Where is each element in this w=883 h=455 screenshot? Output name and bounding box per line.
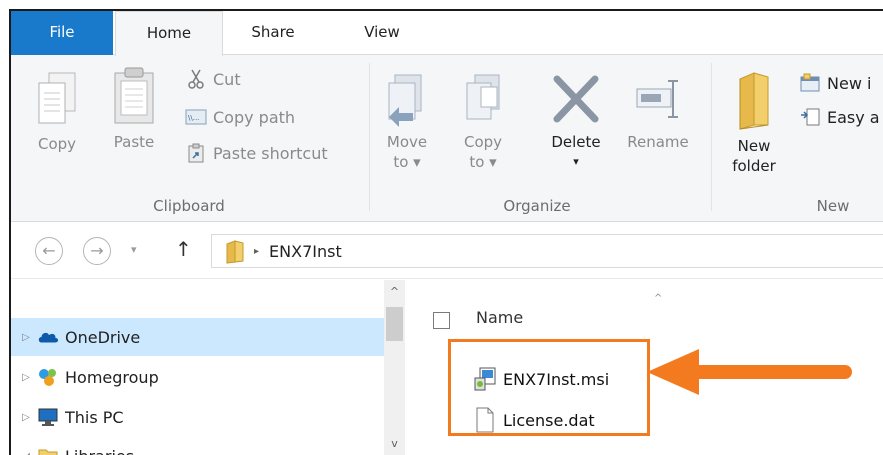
- copy-icon: [38, 72, 76, 124]
- expand-arrow-icon[interactable]: ▷: [15, 412, 37, 423]
- copy-path-label: Copy path: [213, 107, 296, 127]
- delete-dropdown-arrow[interactable]: ▾: [541, 152, 611, 172]
- scroll-up-arrow[interactable]: ^: [384, 282, 405, 302]
- copy-button[interactable]: Copy: [29, 71, 85, 154]
- new-item-button[interactable]: New i: [799, 71, 871, 95]
- delete-button[interactable]: Delete ▾: [541, 71, 611, 172]
- new-item-icon: [799, 73, 821, 93]
- scroll-down-arrow[interactable]: v: [384, 434, 405, 454]
- breadcrumb-separator[interactable]: ▸: [254, 246, 259, 257]
- tab-view[interactable]: View: [347, 11, 417, 55]
- column-header-name[interactable]: Name: [476, 308, 523, 327]
- nav-label: OneDrive: [65, 327, 141, 347]
- breadcrumb-folder[interactable]: ENX7Inst: [269, 242, 342, 261]
- forward-button[interactable]: →: [83, 237, 111, 265]
- tab-home[interactable]: Home: [115, 11, 223, 56]
- expand-arrow-icon[interactable]: ▷: [15, 332, 37, 343]
- copy-path-button[interactable]: \\... Copy path: [185, 105, 295, 129]
- delete-label: Delete: [551, 133, 601, 151]
- move-to-button[interactable]: Move to ▾: [381, 71, 433, 172]
- up-button[interactable]: ↑: [175, 237, 192, 261]
- computer-monitor-icon: [37, 407, 59, 427]
- nav-item-libraries[interactable]: ◢ Libraries: [11, 437, 391, 455]
- copy-to-label-2: to ▾: [469, 153, 497, 171]
- delete-x-icon: [553, 75, 599, 123]
- back-button[interactable]: ←: [35, 237, 63, 265]
- annotation-highlight-box: [448, 339, 650, 436]
- paste-label: Paste: [113, 133, 155, 151]
- nav-scrollbar[interactable]: ^ v: [384, 280, 405, 455]
- nav-item-onedrive[interactable]: ▷ OneDrive: [11, 318, 391, 356]
- ribbon-tab-strip: File Home Share View: [11, 11, 883, 56]
- ribbon-home: Copy Paste Cut \\... Copy path Paste sho…: [11, 55, 883, 222]
- copy-path-icon: \\...: [185, 107, 207, 127]
- group-divider: [711, 63, 712, 211]
- homegroup-icon: [37, 367, 59, 387]
- copy-to-button[interactable]: Copy to ▾: [457, 71, 509, 172]
- collapse-arrow-icon[interactable]: ◢: [15, 451, 37, 455]
- rename-icon: [636, 80, 678, 118]
- clipboard-group-label: Clipboard: [153, 197, 225, 215]
- address-field[interactable]: ▸ ENX7Inst: [211, 234, 883, 268]
- copy-to-label-1: Copy: [463, 133, 503, 151]
- move-to-label-2: to ▾: [393, 153, 421, 171]
- easy-access-button[interactable]: Easy a: [799, 105, 880, 129]
- nav-label: Libraries: [65, 447, 134, 455]
- rename-label: Rename: [627, 133, 689, 151]
- nav-item-this-pc[interactable]: ▷ This PC: [11, 398, 391, 436]
- scissors-icon: [185, 69, 207, 89]
- recent-locations-dropdown[interactable]: ▾: [131, 243, 137, 256]
- new-folder-label-1: New: [737, 137, 771, 155]
- organize-group-label: Organize: [503, 197, 571, 215]
- navigation-pane: ▷ OneDrive ▷ Homegroup ▷ This PC ^ v: [11, 280, 409, 455]
- new-group-label: New: [816, 197, 850, 215]
- copy-to-icon: [466, 74, 500, 120]
- move-to-icon: [388, 74, 422, 127]
- paste-shortcut-button[interactable]: Paste shortcut: [185, 141, 328, 165]
- select-all-checkbox[interactable]: [433, 312, 450, 329]
- tab-share[interactable]: Share: [233, 11, 313, 55]
- easy-access-label: Easy a: [827, 107, 880, 127]
- address-bar: ← → ▾ ↑ ▸ ENX7Inst: [11, 223, 883, 279]
- paste-shortcut-label: Paste shortcut: [213, 143, 328, 163]
- libraries-icon: [37, 446, 59, 455]
- cut-button[interactable]: Cut: [185, 67, 241, 91]
- folder-icon: [224, 240, 246, 264]
- move-to-label-1: Move: [386, 133, 428, 151]
- new-item-label: New i: [827, 73, 872, 93]
- nav-item-homegroup[interactable]: ▷ Homegroup: [11, 358, 391, 396]
- sort-ascending-icon: ^: [654, 293, 663, 304]
- tab-file[interactable]: File: [11, 11, 113, 55]
- onedrive-cloud-icon: [37, 327, 59, 347]
- nav-label: Homegroup: [65, 367, 159, 387]
- expand-arrow-icon[interactable]: ▷: [15, 372, 37, 383]
- svg-text:\\...: \\...: [188, 114, 199, 122]
- annotation-arrow-icon: [647, 349, 852, 395]
- new-folder-label-2: folder: [732, 157, 776, 175]
- rename-button[interactable]: Rename: [615, 71, 701, 152]
- cut-label: Cut: [213, 69, 241, 89]
- paste-shortcut-icon: [185, 143, 207, 163]
- easy-access-icon: [799, 107, 821, 127]
- scroll-thumb[interactable]: [386, 307, 403, 341]
- copy-label: Copy: [37, 135, 77, 153]
- clipboard-icon: [114, 67, 154, 124]
- folder-icon: [739, 72, 769, 130]
- group-divider: [369, 63, 370, 211]
- new-folder-button[interactable]: New folder: [723, 69, 785, 176]
- paste-button[interactable]: Paste: [105, 65, 163, 152]
- nav-label: This PC: [65, 407, 124, 427]
